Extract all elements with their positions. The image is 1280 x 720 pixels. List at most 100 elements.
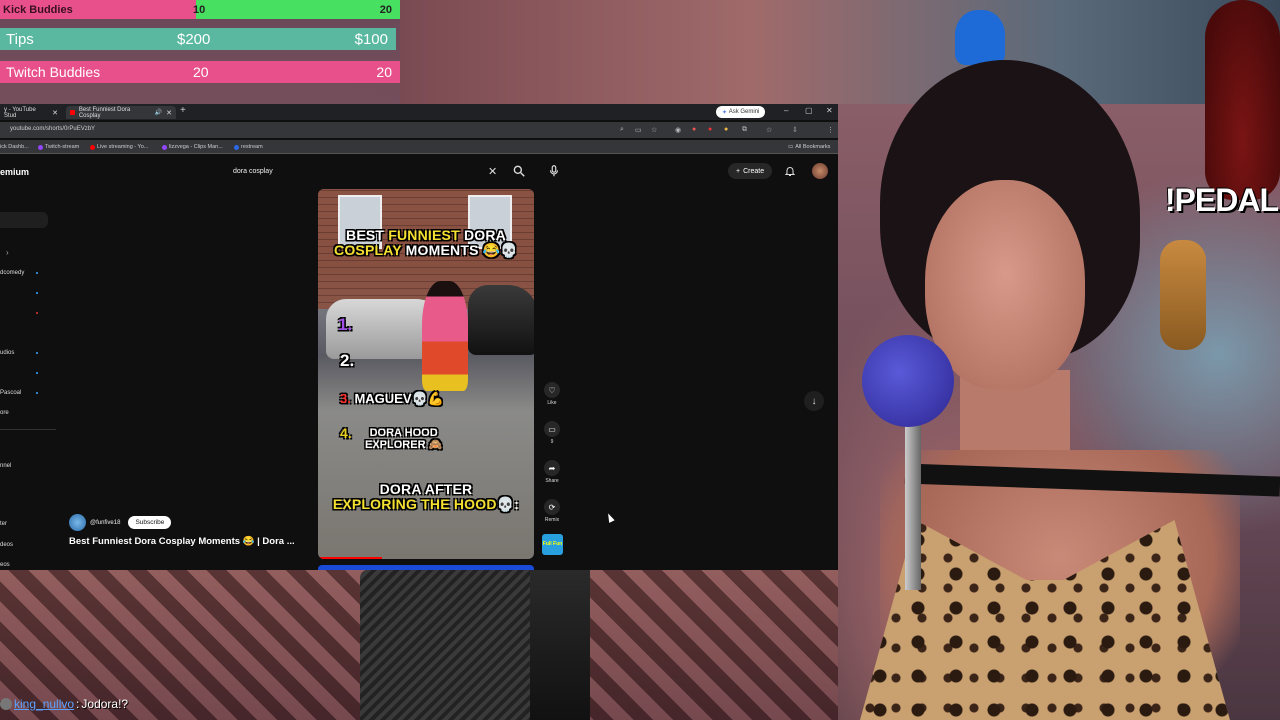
sound-thumbnail[interactable]: Full Fun <box>542 534 563 555</box>
channel-avatar[interactable] <box>69 514 86 531</box>
share-button[interactable]: ➦ Share <box>541 460 563 484</box>
extension-icon[interactable]: ● <box>724 126 728 133</box>
streamer-face <box>925 180 1085 390</box>
downloads-icon[interactable]: ⇩ <box>792 126 798 134</box>
star-icon[interactable]: ☆ <box>651 126 657 134</box>
pedal-command-text: !PEDAL <box>1164 182 1279 218</box>
chat-text: Jodora!? <box>81 697 129 711</box>
sidebar-item[interactable]: dcomedy <box>0 270 24 276</box>
menu-icon[interactable]: ⋮ <box>827 126 834 134</box>
youtube-icon <box>70 110 75 115</box>
sidebar-selected-pill[interactable] <box>0 212 48 228</box>
tab-dora-short[interactable]: Best Funniest Dora Cosplay 🔊 ✕ <box>66 106 176 119</box>
chevron-right-icon[interactable]: › <box>6 248 9 257</box>
channel-info: @funfive18 Subscribe <box>69 514 172 531</box>
bookmark-item[interactable]: Live streaming - Yo... <box>90 144 148 150</box>
sidebar-item[interactable]: udios <box>0 350 14 356</box>
plus-icon: + <box>736 167 741 175</box>
mic-stand <box>905 420 921 590</box>
extension-icon[interactable]: ● <box>708 126 712 133</box>
short-title-line-1: BEST FUNNIEST DORA <box>318 228 534 243</box>
close-icon[interactable]: ✕ <box>166 109 172 117</box>
channel-handle[interactable]: @funfive18 <box>90 520 120 526</box>
bookmark-item[interactable]: Twitch-stream <box>38 144 79 150</box>
ask-gemini-button[interactable]: ✦ Ask Gemini <box>716 106 766 118</box>
chat-message: king_nullvo: Jodora!? <box>0 696 128 712</box>
short-title-line-2: COSPLAY MOMENTS 😂💀 <box>318 243 534 258</box>
close-icon[interactable]: ✕ <box>52 109 58 117</box>
subscribe-button[interactable]: Subscribe <box>128 516 172 529</box>
search-icon[interactable] <box>512 164 526 178</box>
red-guitar <box>1205 0 1280 200</box>
twitch-icon <box>38 144 43 150</box>
short-footer-line-2: EXPLORING THE HOOD💀: <box>318 497 534 512</box>
list-item-4-number: 4. <box>340 425 352 441</box>
comment-icon: ▭ <box>544 421 560 437</box>
goal-current: 20 <box>193 64 209 80</box>
short-caption[interactable]: Best Funniest Dora Cosplay Moments 😂 | D… <box>69 536 295 547</box>
kick-buddies-goal: Kick Buddies 10 20 <box>0 0 400 19</box>
bookmark-icon[interactable]: ☆ <box>766 126 772 134</box>
footer-text-highlight: HOOD <box>453 496 497 512</box>
url-text[interactable]: youtube.com/shorts/0rPuEVzbY <box>10 126 95 132</box>
video-progress-bar[interactable] <box>318 557 382 559</box>
cast-icon[interactable]: ▭ <box>635 126 642 134</box>
clear-search-icon[interactable]: ✕ <box>488 165 497 178</box>
remix-button[interactable]: ⟳ Remix <box>541 499 563 523</box>
list-item-2: 2. <box>340 351 354 371</box>
bookmark-label: Twitch-stream <box>45 144 80 150</box>
bookmark-item[interactable]: ick Dashb... <box>0 144 29 150</box>
new-tab-button[interactable]: + <box>180 105 186 116</box>
item-text: MAGUEV💀💪 <box>354 391 444 406</box>
goal-current: $200 <box>177 30 211 48</box>
youtube-premium-logo[interactable]: emium <box>0 167 29 177</box>
bookmark-item[interactable]: restream <box>234 144 263 150</box>
sidebar-item[interactable]: ter <box>0 521 7 527</box>
tips-goal: Tips $200 $100 <box>0 28 396 50</box>
sidebar-item[interactable]: deos <box>0 542 13 548</box>
account-avatar[interactable] <box>812 163 828 179</box>
goal-target: $100 <box>354 30 388 48</box>
goal-target: 20 <box>379 3 392 16</box>
minimize-button[interactable]: – <box>784 106 788 115</box>
notifications-bell-icon[interactable] <box>784 164 796 178</box>
tab-youtube-studio[interactable]: y - YouTube Stud ✕ <box>0 106 62 119</box>
action-label: Share <box>545 478 559 484</box>
all-bookmarks-item[interactable]: ▭ All Bookmarks <box>788 144 830 150</box>
next-short-preview[interactable] <box>318 565 534 570</box>
bookmark-item[interactable]: lizzvega - Clips Man... <box>162 144 223 150</box>
mouse-cursor-icon <box>605 512 615 523</box>
short-footer-line-1: DORA AFTER <box>379 481 473 497</box>
extension-icon[interactable]: ● <box>692 126 696 133</box>
youtube-icon <box>90 144 95 150</box>
sidebar-item[interactable]: ore <box>0 410 9 416</box>
bookmark-label: All Bookmarks <box>795 144 831 150</box>
bookmark-label: Live streaming - Yo... <box>97 144 149 150</box>
tab-strip: y - YouTube Stud ✕ Best Funniest Dora Co… <box>0 104 838 120</box>
maximize-button[interactable]: ▢ <box>805 106 813 115</box>
item-number: 4. <box>340 425 352 441</box>
address-bar[interactable]: youtube.com/shorts/0rPuEVzbY ⌕ ▭ ☆ ◉ ● ●… <box>0 122 838 138</box>
microphone-windscreen <box>862 335 954 427</box>
next-video-arrow-icon[interactable]: ↓ <box>804 391 824 411</box>
sidebar-divider <box>0 429 56 430</box>
item-text: DORA HOOD <box>369 427 438 439</box>
list-item-3: 3. MAGUEV💀💪 <box>340 391 444 407</box>
sidebar-item[interactable]: eos <box>0 562 10 568</box>
sidebar-item[interactable]: nnel <box>0 463 11 469</box>
video-black-car <box>468 285 534 355</box>
extension-icon[interactable]: ◉ <box>675 126 681 134</box>
search-input[interactable]: dora cosplay <box>226 164 504 180</box>
title-text-highlight: FUNNIEST <box>388 227 460 243</box>
sidebar-item[interactable]: Pascoal <box>0 390 21 396</box>
puzzle-icon[interactable]: ⧉ <box>742 126 747 134</box>
create-button[interactable]: + Create <box>728 163 773 179</box>
short-video-player[interactable]: BEST FUNNIEST DORA COSPLAY MOMENTS 😂💀 1.… <box>318 189 534 559</box>
close-window-button[interactable]: ✕ <box>826 106 833 115</box>
zoom-icon[interactable]: ⌕ <box>620 126 624 134</box>
title-text: DORA <box>459 227 506 243</box>
tab-label: Best Funniest Dora Cosplay <box>78 106 131 119</box>
microphone-icon[interactable] <box>547 164 561 178</box>
like-button[interactable]: ♡ Like <box>541 382 563 406</box>
comments-button[interactable]: ▭ 9 <box>541 421 563 445</box>
